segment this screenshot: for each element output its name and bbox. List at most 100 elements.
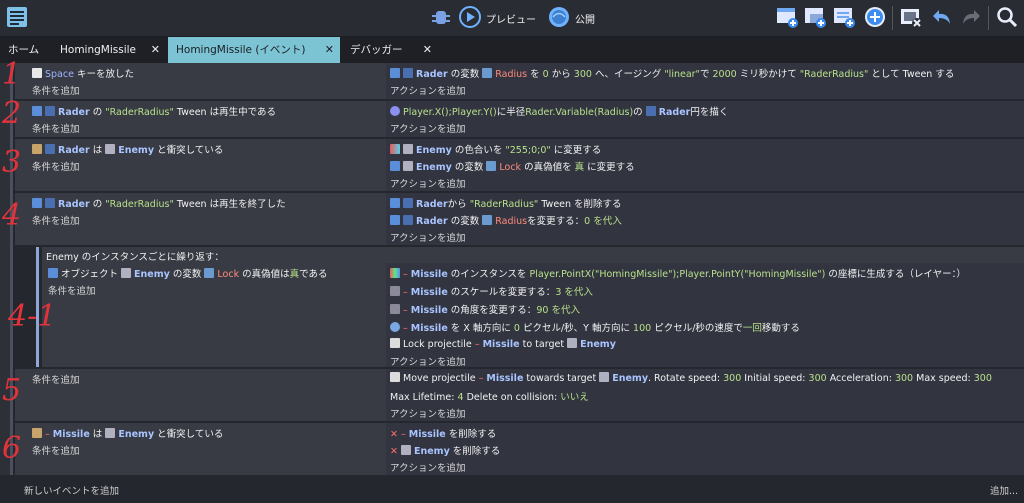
action[interactable]: Enemy の色合いを "255;0;0" に変更する xyxy=(390,142,601,156)
event-row[interactable]: Rader の "RaderRadius" Tween は再生を終了した 条件を… xyxy=(15,193,1024,245)
redo-icon[interactable] xyxy=(960,6,982,28)
value: 90 xyxy=(536,305,549,316)
add-action-link[interactable]: アクションを追加 xyxy=(390,176,466,190)
action[interactable]: – Missile の角度を変更する：90 を代入 xyxy=(390,302,580,316)
action[interactable]: – Missile を X 軸方向に 0 ピクセル/秒、Y 軸方向に 100 ピ… xyxy=(390,320,800,334)
action[interactable]: Enemy の変数 Lock の真偽値を 真 に変更する xyxy=(390,159,635,173)
menu-icon[interactable] xyxy=(6,6,28,28)
action[interactable]: Lock projectile – Missile to target Enem… xyxy=(390,338,616,350)
action[interactable]: – Missile のスケールを変更する：3 を代入 xyxy=(390,284,593,298)
condition-text: の xyxy=(92,199,103,210)
action[interactable]: – Missile のインスタンスを Player.PointX("Homing… xyxy=(390,266,966,280)
object-name: Missile xyxy=(408,429,446,440)
foreach-header[interactable]: Enemy のインスタンスごとに繰り返す： xyxy=(46,249,224,263)
action[interactable]: Player.X();Player.Y()に半径Rader.Variable(R… xyxy=(390,104,728,118)
add-action-link[interactable]: アクションを追加 xyxy=(390,460,466,474)
tab-homingmissile-events[interactable]: HomingMissile (イベント) ✕ xyxy=(168,37,340,63)
condition[interactable]: Rader の "RaderRadius" Tween は再生を終了した xyxy=(32,196,286,210)
tween-icon xyxy=(390,198,400,208)
action[interactable]: Rader の変数 Radius を 0 から 300 へ、イージング "lin… xyxy=(390,66,954,80)
value: を代入 xyxy=(564,287,593,298)
undo-icon[interactable] xyxy=(931,6,953,28)
action-text: Max Lifetime: xyxy=(390,392,455,403)
add-comment-icon[interactable] xyxy=(833,6,855,28)
value: "RaderRadius" xyxy=(799,69,869,80)
search-icon[interactable] xyxy=(996,6,1018,28)
preview-button[interactable]: プレビュー xyxy=(486,11,536,26)
event-actions: Raderから "RaderRadius" Tween を削除する Rader … xyxy=(386,193,1024,245)
event-conditions: オブジェクト Enemy の変数 Lock の真偽値は真である 条件を追加 xyxy=(42,263,386,367)
delete-icon[interactable] xyxy=(900,6,922,28)
event-row[interactable]: Space キーを放した 条件を追加 Rader の変数 Radius を 0 … xyxy=(15,63,1024,99)
object-name: Missile xyxy=(410,287,448,298)
action-text: の変数 xyxy=(450,69,480,80)
event-row[interactable]: – Missile は Enemy と衝突している 条件を追加 ✕ – Missi… xyxy=(15,423,1024,475)
value: 3 xyxy=(555,287,562,298)
condition[interactable]: Rader の "RaderRadius" Tween は再生中である xyxy=(32,104,276,118)
action[interactable]: ✕ – Missile を削除する xyxy=(390,426,496,440)
play-icon[interactable] xyxy=(459,6,481,28)
toolbar-divider xyxy=(988,6,989,30)
action-text: の角度を変更する： xyxy=(450,305,537,316)
condition-text: – xyxy=(45,429,50,440)
value: 300 xyxy=(973,373,992,384)
condition-text: オブジェクト xyxy=(61,269,119,280)
condition-text: である xyxy=(299,269,328,280)
close-icon[interactable]: ✕ xyxy=(423,37,432,63)
add-condition-link[interactable]: 条件を追加 xyxy=(32,159,80,173)
add-subevent-icon[interactable] xyxy=(804,6,826,28)
action-text: ピクセル/秒の速度で xyxy=(654,323,743,334)
close-icon[interactable]: ✕ xyxy=(151,37,160,63)
add-action-link[interactable]: アクションを追加 xyxy=(390,406,466,420)
action[interactable]: ✕ Enemy を削除する xyxy=(390,443,500,457)
add-more-link[interactable]: 追加... xyxy=(990,483,1018,497)
action-text: を変更する： xyxy=(527,216,585,227)
condition[interactable]: – Missile は Enemy と衝突している xyxy=(32,426,223,440)
action[interactable]: Move projectile – Missile towards target… xyxy=(390,372,992,384)
value: Rader.Variable(Radius) xyxy=(525,107,634,118)
value: 0 xyxy=(584,216,591,227)
event-row[interactable]: Rader の "RaderRadius" Tween は再生中である 条件を追… xyxy=(15,101,1024,137)
tab-homingmissile[interactable]: HomingMissile ✕ xyxy=(52,37,166,63)
close-icon[interactable]: ✕ xyxy=(325,37,334,63)
variable-icon xyxy=(390,215,400,225)
foreach-event[interactable]: Enemy のインスタンスごとに繰り返す： オブジェクト Enemy の変数 L… xyxy=(42,247,1024,368)
tab-debugger[interactable]: デバッガー ✕ xyxy=(342,37,438,63)
condition-text: は xyxy=(92,429,103,440)
add-condition-link[interactable]: 条件を追加 xyxy=(32,443,80,457)
action[interactable]: Rader の変数 Radiusを変更する：0 を代入 xyxy=(390,213,622,227)
globe-icon[interactable] xyxy=(548,6,570,28)
condition[interactable]: Space キーを放した xyxy=(32,66,134,80)
debug-icon[interactable] xyxy=(430,6,452,28)
condition[interactable]: Rader は Enemy と衝突している xyxy=(32,142,223,156)
add-event-icon[interactable] xyxy=(776,6,798,28)
add-condition-link[interactable]: 条件を追加 xyxy=(32,372,80,386)
value: 真 xyxy=(574,162,585,173)
event-row[interactable]: Rader は Enemy と衝突している 条件を追加 Enemy の色合いを … xyxy=(15,139,1024,191)
collision-icon xyxy=(32,144,42,154)
enemy-icon xyxy=(403,161,413,171)
add-condition-link[interactable]: 条件を追加 xyxy=(32,121,80,135)
object-name: Enemy xyxy=(580,339,616,350)
add-condition-link[interactable]: 条件を追加 xyxy=(32,213,80,227)
action[interactable]: Max Lifetime: 4 Delete on collision: いいえ xyxy=(390,389,589,403)
add-condition-link[interactable]: 条件を追加 xyxy=(32,83,80,97)
add-condition-link[interactable]: 条件を追加 xyxy=(48,283,96,297)
event-row[interactable]: 条件を追加 Move projectile – Missile towards … xyxy=(15,369,1024,421)
add-action-link[interactable]: アクションを追加 xyxy=(390,230,466,244)
condition[interactable]: オブジェクト Enemy の変数 Lock の真偽値は真である xyxy=(48,266,328,280)
add-circle-icon[interactable] xyxy=(864,6,886,28)
add-action-link[interactable]: アクションを追加 xyxy=(390,354,466,368)
object-name: Enemy xyxy=(612,373,649,384)
condition-text: は xyxy=(92,145,103,156)
publish-button[interactable]: 公開 xyxy=(575,11,595,26)
tab-label: ホーム xyxy=(8,44,40,56)
object-name: Missile xyxy=(52,429,90,440)
add-event-link[interactable]: 新しいイベントを追加 xyxy=(24,483,119,497)
event-actions: Rader の変数 Radius を 0 から 300 へ、イージング "lin… xyxy=(386,63,1024,99)
add-action-link[interactable]: アクションを追加 xyxy=(390,83,466,97)
action[interactable]: Raderから "RaderRadius" Tween を削除する xyxy=(390,196,622,210)
action-text: Max speed: xyxy=(916,373,971,384)
add-action-link[interactable]: アクションを追加 xyxy=(390,121,466,135)
event-actions: Move projectile – Missile towards target… xyxy=(386,369,1024,421)
